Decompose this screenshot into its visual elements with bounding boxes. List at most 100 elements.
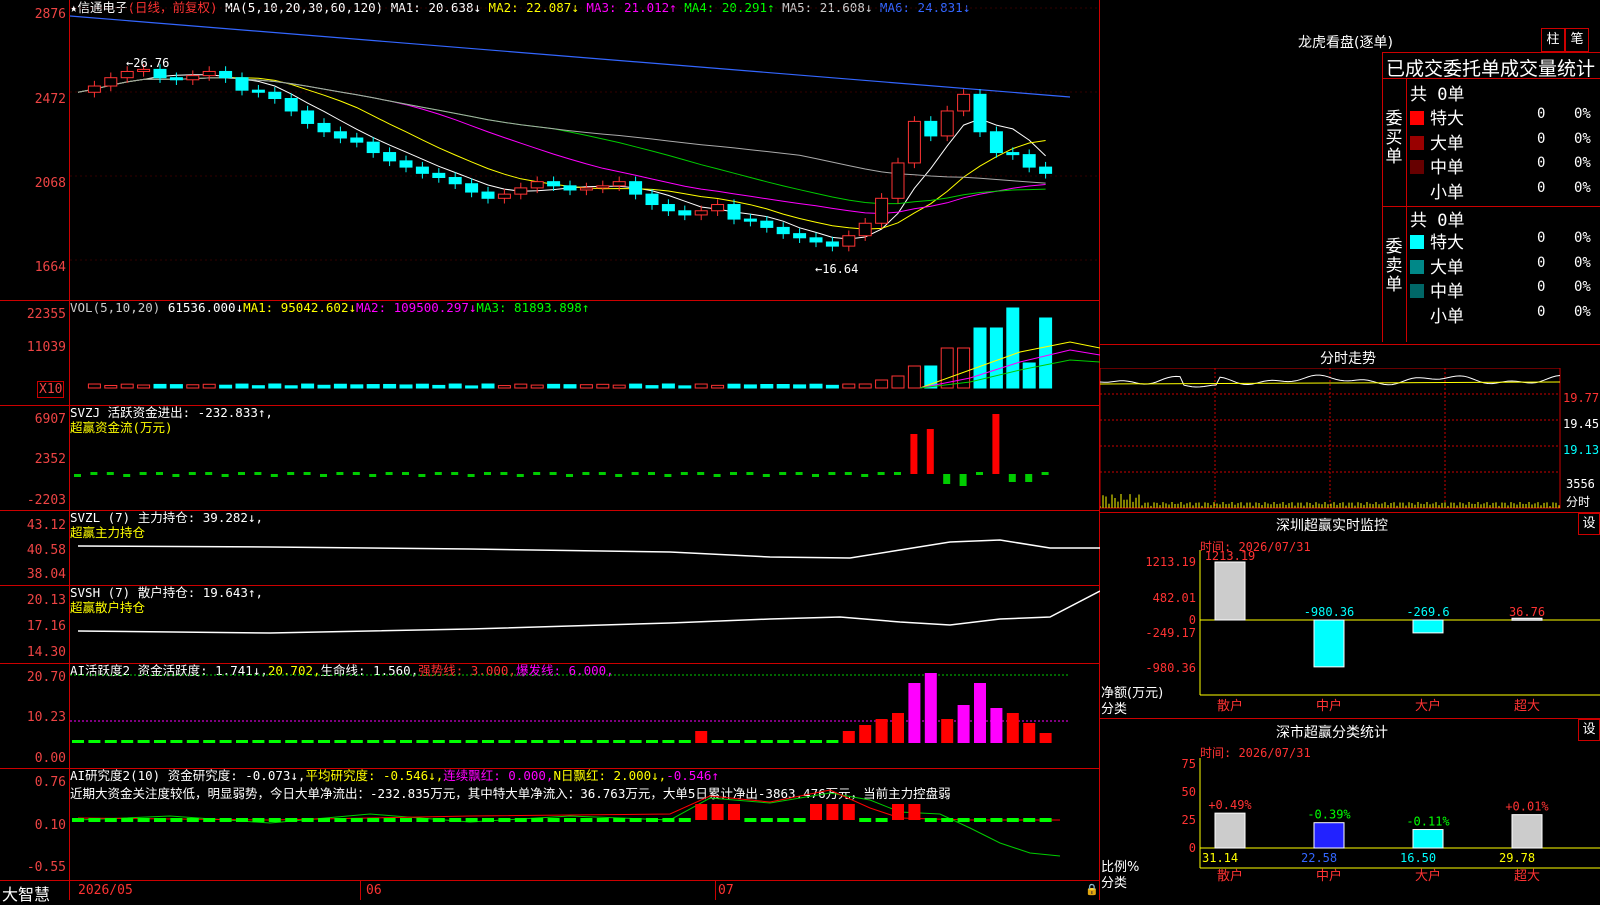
activity-bar xyxy=(285,740,298,743)
activity-bar xyxy=(826,740,839,743)
candle xyxy=(399,160,413,168)
class-chart[interactable]: 75 50 25 0 +0.49% 31.14 散户 -0.39% 22.58 中户 -0.11% 1… xyxy=(1100,750,1600,900)
volume-bar xyxy=(743,384,757,389)
ai-activity-chart[interactable] xyxy=(70,663,1100,768)
order-count: 0 xyxy=(1537,179,1546,196)
activity-bar xyxy=(137,740,150,743)
vol-unit-badge: X10 xyxy=(37,381,65,398)
volume-bar xyxy=(1006,307,1020,389)
order-type: 小单 xyxy=(1430,182,1464,203)
candle xyxy=(415,166,429,174)
svsh-pane[interactable]: SVSH (7) 散户持仓: 19.643↑, 超赢散户持仓 20.13 17.… xyxy=(0,585,1100,663)
intraday-chart[interactable] xyxy=(1100,368,1600,510)
main-y-tick: 2068 xyxy=(34,176,66,191)
order-color-swatch xyxy=(1410,309,1424,323)
candle xyxy=(612,181,626,187)
svsh-chart[interactable] xyxy=(70,585,1100,663)
tick-view-button[interactable]: 笔 xyxy=(1565,28,1589,52)
svzj-chart[interactable] xyxy=(70,405,1100,510)
flow-bar xyxy=(352,472,360,475)
volume-bar xyxy=(612,384,626,389)
research-bar xyxy=(990,818,1003,822)
class-settings-button[interactable]: 设 xyxy=(1578,719,1600,741)
research-bar xyxy=(334,818,347,822)
flow-bar xyxy=(467,474,475,477)
candle xyxy=(907,120,921,164)
volume-bar xyxy=(711,384,725,389)
ai-research-chart[interactable] xyxy=(70,768,1100,880)
svzl-pane[interactable]: SVZL (7) 主力持仓: 39.282↓, 超赢主力持仓 43.12 40.… xyxy=(0,510,1100,585)
volume-chart[interactable] xyxy=(70,300,1100,405)
activity-bar xyxy=(236,740,248,743)
candle xyxy=(596,185,610,189)
activity-bar xyxy=(957,705,970,743)
volume-bar xyxy=(87,383,101,389)
candle xyxy=(793,233,807,239)
flow-bar xyxy=(549,472,557,475)
class-bar xyxy=(1412,829,1444,849)
activity-bar xyxy=(1039,733,1052,743)
flow-bar xyxy=(762,474,770,477)
monitor-settings-button[interactable]: 设 xyxy=(1578,513,1600,535)
svzj-y-tick: 2352 xyxy=(34,452,66,467)
flow-bar xyxy=(1041,472,1049,475)
svzl-y-tick: 43.12 xyxy=(26,518,66,533)
kline-chart[interactable] xyxy=(70,0,1100,300)
order-row: 中单 xyxy=(1410,277,1464,302)
svzj-pane[interactable]: SVZJ 活跃资金进出: -232.833↑, 超赢资金流(万元) 6907 2… xyxy=(0,405,1100,510)
order-type: 小单 xyxy=(1430,306,1464,327)
svzl-chart[interactable] xyxy=(70,510,1100,585)
volume-bar xyxy=(694,383,708,389)
activity-bar xyxy=(580,740,593,743)
volume-bar xyxy=(383,383,397,389)
res-y-tick: -0.55 xyxy=(26,860,66,875)
svzj-y-tick: 6907 xyxy=(34,412,66,427)
candle xyxy=(940,110,954,137)
volume-pane[interactable]: VOL(5,10,20) 61536.000↓MA1: 95042.602↓MA… xyxy=(0,300,1100,405)
activity-bar xyxy=(728,740,740,743)
ai-research-pane[interactable]: AI研究度2(10) 资金研究度: -0.073↓,平均研究度: -0.546↓… xyxy=(0,768,1100,880)
candle xyxy=(251,89,265,93)
activity-bar xyxy=(72,740,84,743)
order-row: 大单 xyxy=(1410,253,1464,278)
flow-bar xyxy=(336,472,344,475)
activity-bar xyxy=(268,740,281,743)
activity-bar xyxy=(432,740,445,743)
res-y-tick: 0.76 xyxy=(34,775,66,790)
monitor-bar xyxy=(1214,561,1246,621)
monitor-chart[interactable]: 1213.19 482.01 -249.17 -980.36 0 1213.19 散户 -98… xyxy=(1100,540,1600,720)
candle xyxy=(776,226,790,235)
research-bar xyxy=(514,818,527,822)
activity-bar xyxy=(810,740,822,743)
order-row: 小单 xyxy=(1410,302,1464,327)
main-kline-pane[interactable]: ★信通电子(日线，前复权) MA(5,10,20,30,60,120) MA1:… xyxy=(0,0,1100,300)
ai-activity-pane[interactable]: AI活跃度2 资金活跃度: 1.741↓,20.702,生命线: 1.560,强… xyxy=(0,663,1100,768)
high-marker: ←26.76 xyxy=(126,56,170,70)
research-bar xyxy=(1006,818,1019,822)
flow-bar xyxy=(90,472,98,475)
app-logo: 大智慧 xyxy=(2,885,51,904)
flow-bar xyxy=(926,429,934,474)
research-bar xyxy=(219,818,232,822)
candle xyxy=(809,237,823,243)
activity-bar xyxy=(859,725,872,743)
bar-view-button[interactable]: 柱 xyxy=(1541,28,1565,52)
intraday-tick: 19.45 xyxy=(1563,417,1600,431)
flow-bar xyxy=(172,474,180,477)
intraday-tick: 3556 xyxy=(1566,477,1595,491)
intraday-title: 分时走势 xyxy=(1320,351,1376,367)
research-bar xyxy=(383,818,396,822)
research-bar xyxy=(596,818,609,822)
order-percent: 0% xyxy=(1574,279,1591,295)
activity-bar xyxy=(252,740,265,743)
class-bar-label: 31.14 xyxy=(1202,851,1238,865)
date-tick: 2026/05 xyxy=(78,883,133,898)
lock-icon[interactable]: 🔒 xyxy=(1085,883,1099,896)
svzl-y-tick: 40.58 xyxy=(26,543,66,558)
research-bar xyxy=(318,818,330,822)
candle xyxy=(891,162,905,199)
flow-bar xyxy=(106,472,114,475)
candle xyxy=(432,172,446,179)
order-percent: 0% xyxy=(1574,303,1591,320)
research-bar xyxy=(662,818,675,822)
